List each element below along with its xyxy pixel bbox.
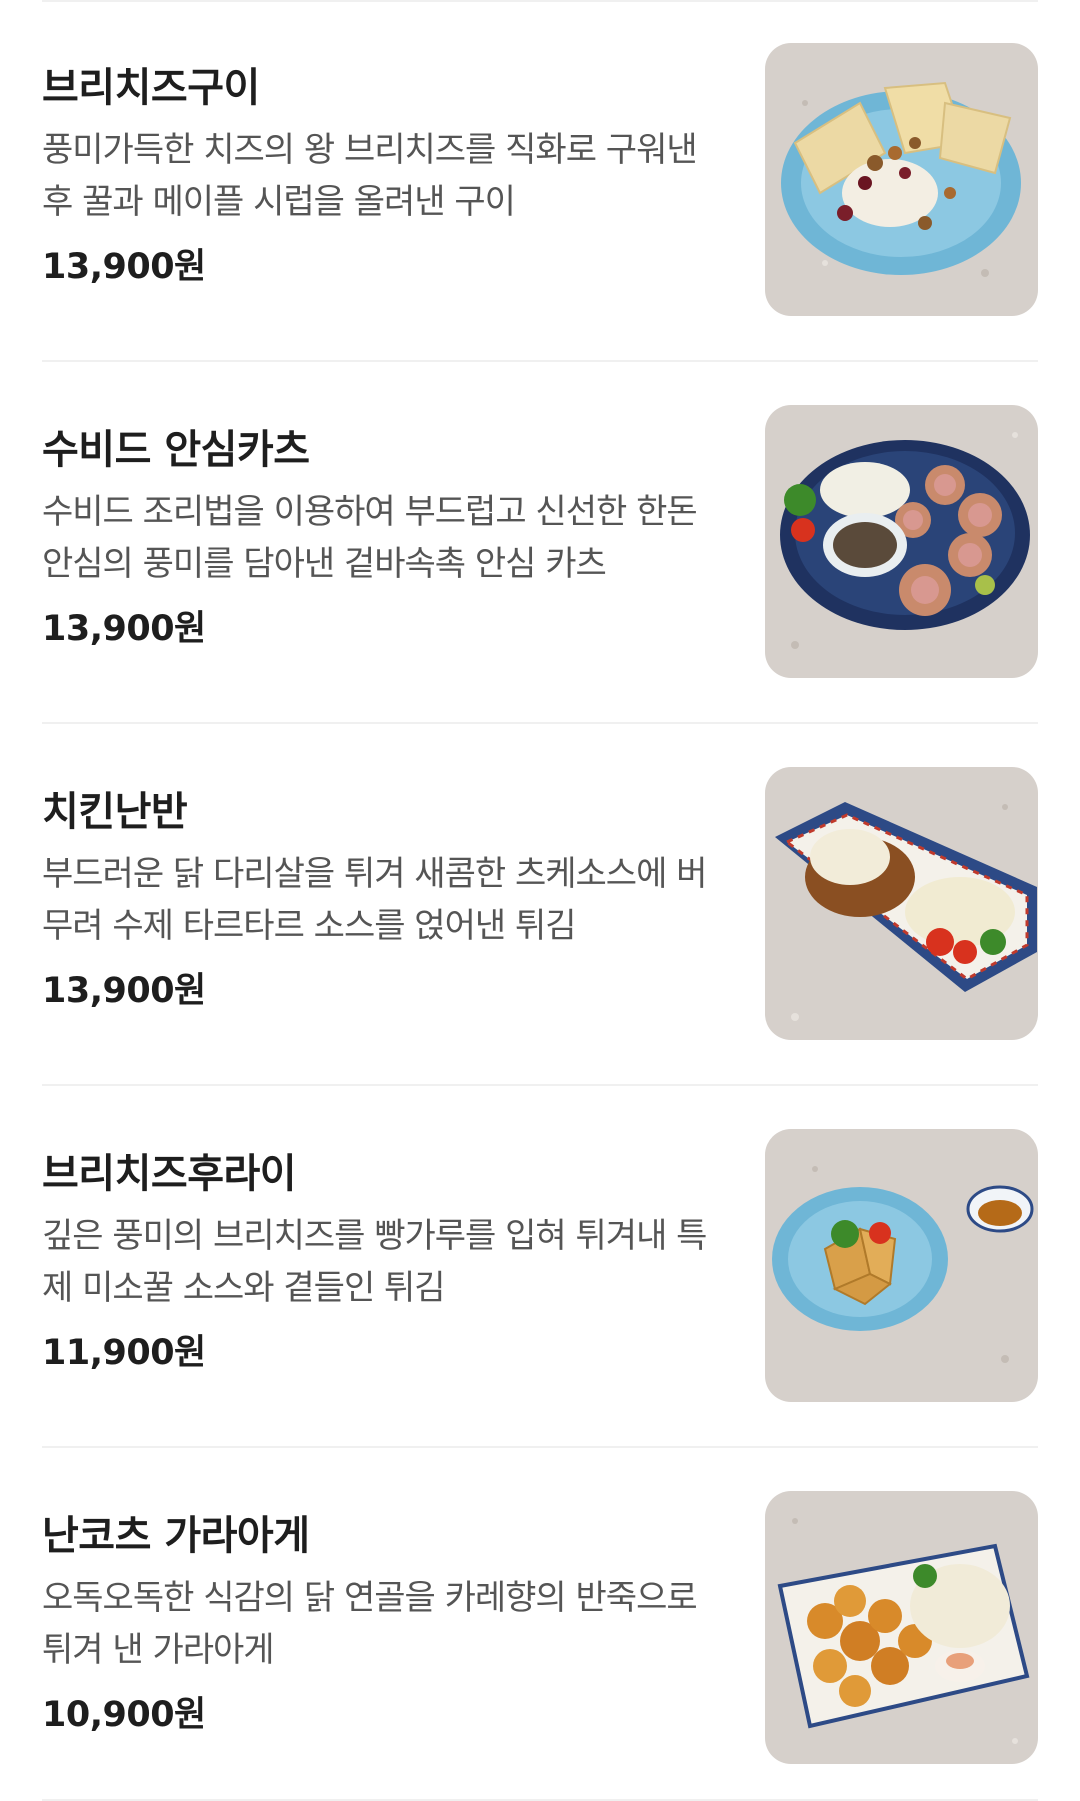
menu-item-sous-vide-katsu[interactable]: 수비드 안심카츠 수비드 조리법을 이용하여 부드럽고 신선한 한돈 안심의 풍… [0, 362, 1080, 722]
menu-name: 브리치즈구이 [42, 65, 260, 111]
menu-photo[interactable] [765, 1491, 1038, 1764]
menu-text: 브리치즈후라이 깊은 풍미의 브리치즈를 빵가루를 입혀 튀겨내 특제 미소꿀 … [42, 1148, 722, 1376]
menu-description: 부드러운 닭 다리살을 튀겨 새콤한 츠케소스에 버무려 수제 타르타르 소스를… [42, 854, 707, 946]
menu-price: 11,900원 [42, 1333, 206, 1373]
menu-price: 13,900원 [42, 971, 206, 1011]
menu-name: 수비드 안심카츠 [42, 427, 310, 473]
pork-cutlet-dish-icon [765, 405, 1038, 678]
menu-price: 13,900원 [42, 247, 206, 287]
menu-price: 10,900원 [42, 1695, 206, 1735]
menu-item-brie-grill[interactable]: 브리치즈구이 풍미가득한 치즈의 왕 브리치즈를 직화로 구워낸 후 꿀과 메이… [0, 0, 1080, 360]
menu-name: 치킨난반 [42, 789, 188, 835]
menu-item-nankotsu-karaage[interactable]: 난코츠 가라아게 오독오독한 식감의 닭 연골을 카레향의 반죽으로 튀겨 낸 … [0, 1448, 1080, 1801]
menu-item-brie-fry[interactable]: 브리치즈후라이 깊은 풍미의 브리치즈를 빵가루를 입혀 튀겨내 특제 미소꿀 … [0, 1086, 1080, 1446]
menu-photo[interactable] [765, 1129, 1038, 1402]
menu-description: 오독오독한 식감의 닭 연골을 카레향의 반죽으로 튀겨 낸 가라아게 [42, 1578, 698, 1670]
fried-brie-dish-icon [765, 1129, 1038, 1402]
menu-photo[interactable] [765, 767, 1038, 1040]
menu-description: 깊은 풍미의 브리치즈를 빵가루를 입혀 튀겨내 특제 미소꿀 소스와 곁들인 … [42, 1216, 707, 1308]
menu-name: 난코츠 가라아게 [42, 1513, 310, 1559]
menu-list: 브리치즈구이 풍미가득한 치즈의 왕 브리치즈를 직화로 구워낸 후 꿀과 메이… [0, 0, 1080, 1801]
menu-photo[interactable] [765, 43, 1038, 316]
menu-photo[interactable] [765, 405, 1038, 678]
menu-description: 수비드 조리법을 이용하여 부드럽고 신선한 한돈 안심의 풍미를 담아낸 겉바… [42, 492, 698, 584]
menu-text: 난코츠 가라아게 오독오독한 식감의 닭 연골을 카레향의 반죽으로 튀겨 낸 … [42, 1510, 722, 1738]
menu-text: 브리치즈구이 풍미가득한 치즈의 왕 브리치즈를 직화로 구워낸 후 꿀과 메이… [42, 62, 722, 290]
menu-description: 풍미가득한 치즈의 왕 브리치즈를 직화로 구워낸 후 꿀과 메이플 시럽을 올… [42, 130, 698, 222]
menu-text: 치킨난반 부드러운 닭 다리살을 튀겨 새콤한 츠케소스에 버무려 수제 타르타… [42, 786, 722, 1014]
brie-cheese-dish-icon [765, 43, 1038, 316]
menu-price: 13,900원 [42, 609, 206, 649]
menu-item-chicken-nanban[interactable]: 치킨난반 부드러운 닭 다리살을 튀겨 새콤한 츠케소스에 버무려 수제 타르타… [0, 724, 1080, 1084]
menu-name: 브리치즈후라이 [42, 1151, 297, 1197]
chicken-nanban-dish-icon [765, 767, 1038, 1040]
menu-text: 수비드 안심카츠 수비드 조리법을 이용하여 부드럽고 신선한 한돈 안심의 풍… [42, 424, 722, 652]
karaage-dish-icon [765, 1491, 1038, 1764]
